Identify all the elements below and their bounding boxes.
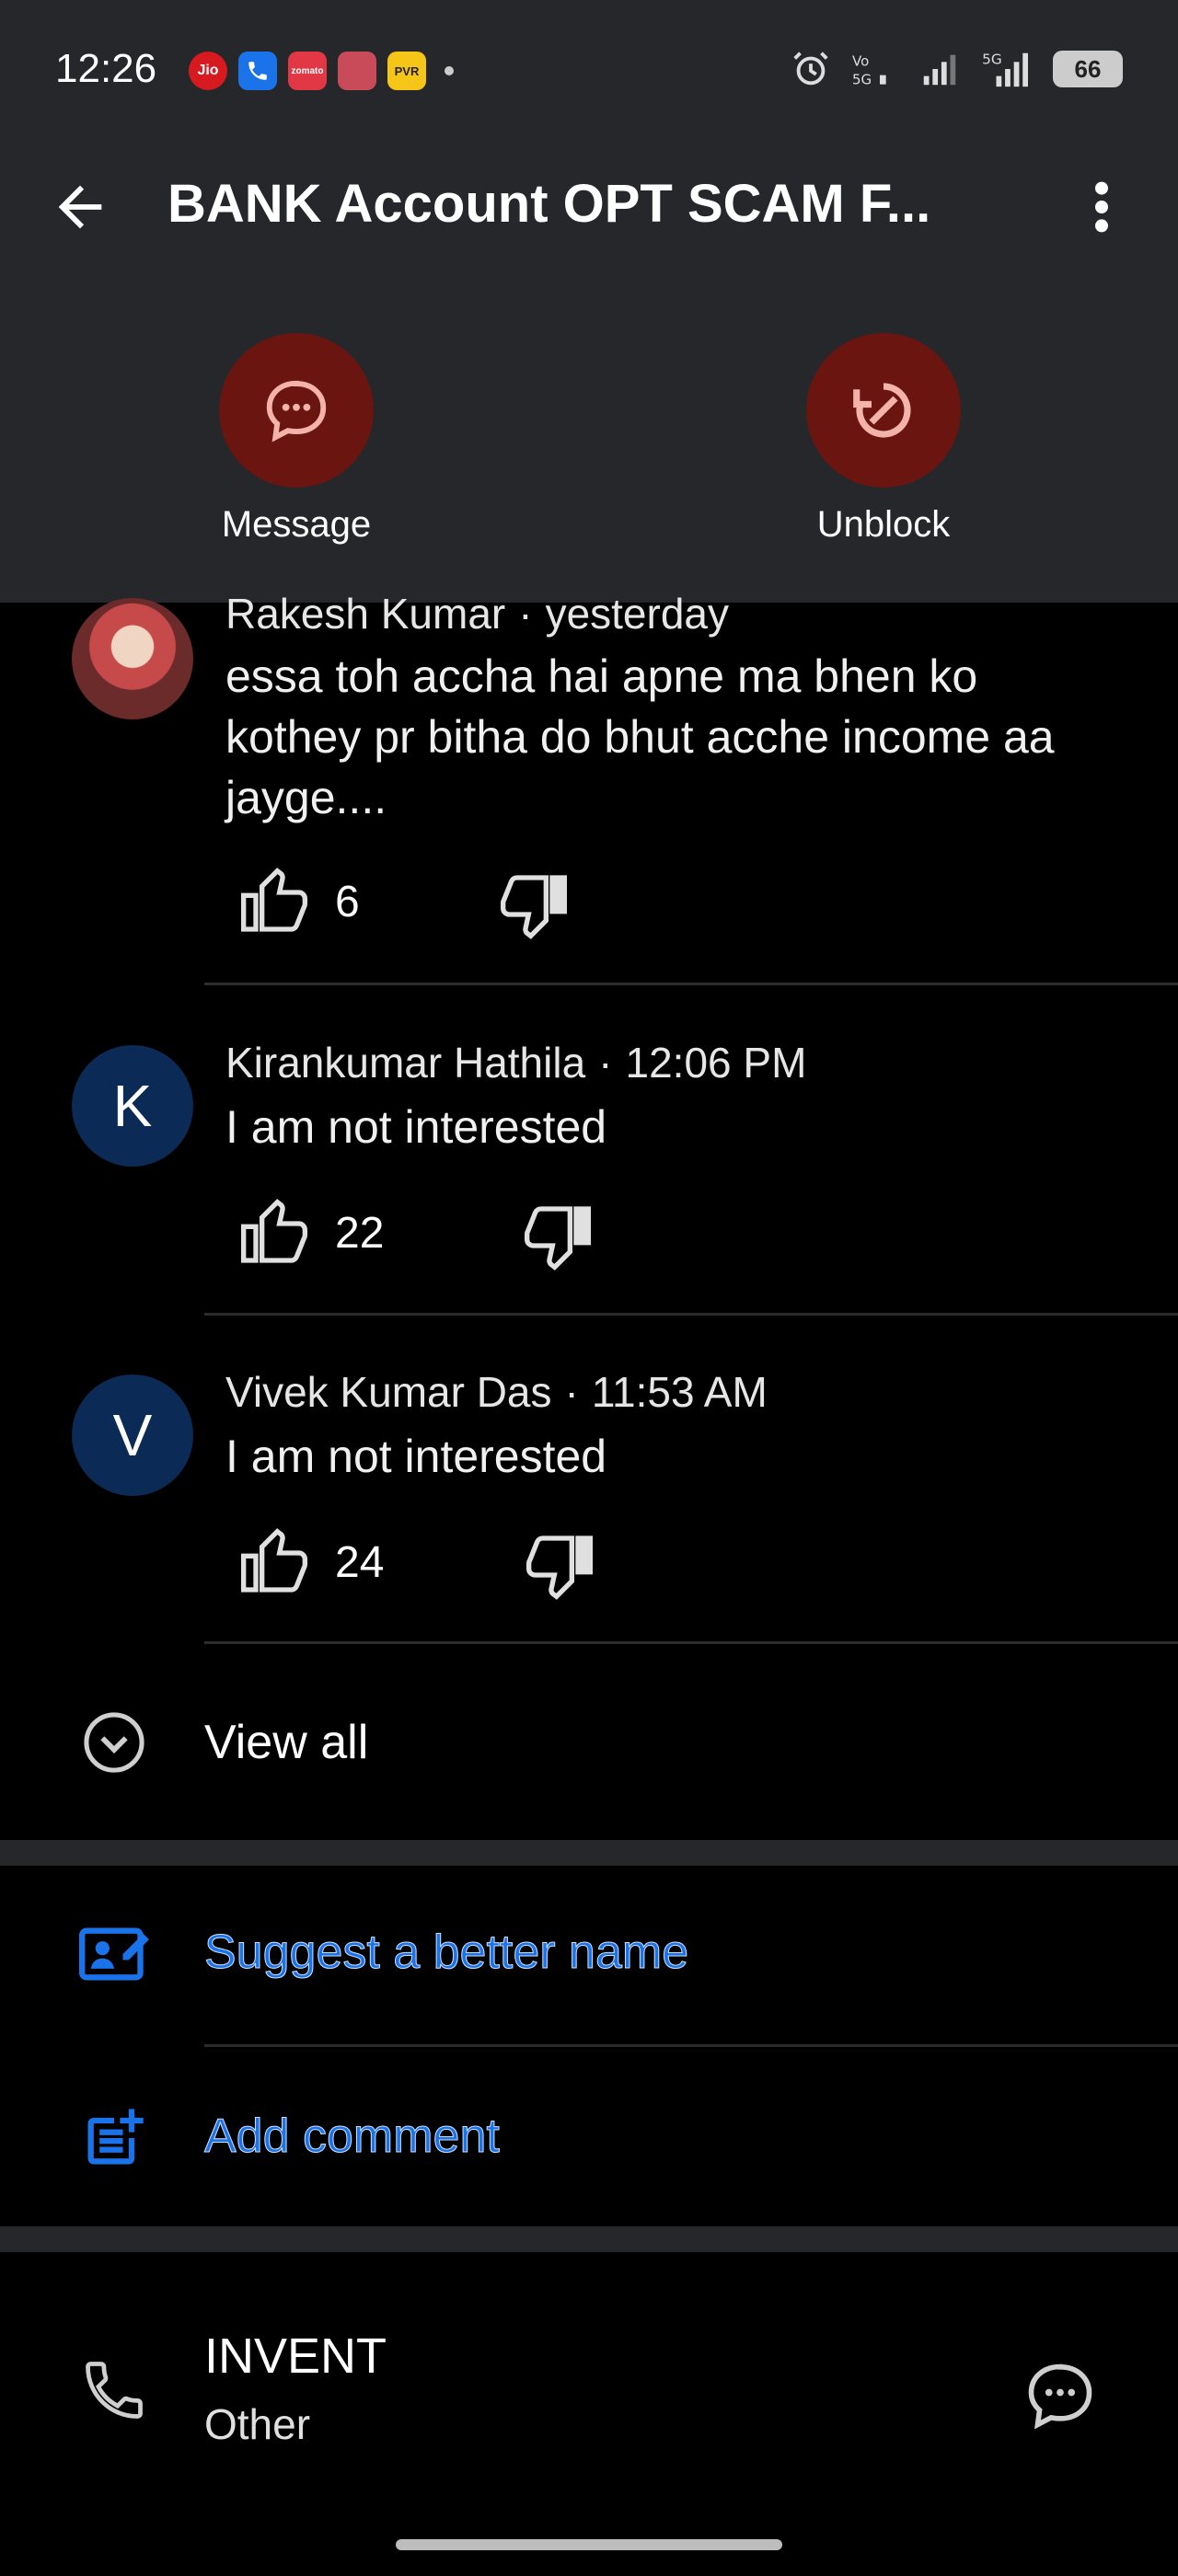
signal-icon xyxy=(923,54,956,86)
message-icon[interactable] xyxy=(1022,2357,1099,2434)
suggest-name-button[interactable]: Suggest a better name xyxy=(0,1908,1178,2000)
comment-author: Rakesh Kumar xyxy=(225,590,506,638)
unblock-action[interactable]: Unblock xyxy=(764,333,1003,546)
message-button[interactable] xyxy=(219,333,374,488)
comment-divider xyxy=(204,1641,1178,1644)
message-label: Message xyxy=(221,504,372,545)
avatar: K xyxy=(72,1045,193,1167)
clock: 12:26 xyxy=(55,46,157,91)
unblock-button[interactable] xyxy=(806,333,961,488)
contact-number-row[interactable]: INVENT Other xyxy=(0,2254,1178,2484)
like-count: 24 xyxy=(335,1537,385,1587)
system-icons: Vo 5G 5G 66 xyxy=(790,48,1123,90)
like-count: 22 xyxy=(335,1208,385,1258)
like-button[interactable]: 22 xyxy=(237,1196,384,1270)
avatar xyxy=(72,598,193,719)
comment-text: essa toh accha hai apne ma bhen ko kothe… xyxy=(225,650,1055,823)
volte-signal-icon: Vo 5G xyxy=(852,53,886,88)
notification-icons: Jio zomato PVR xyxy=(189,52,454,90)
like-button[interactable]: 6 xyxy=(237,865,360,938)
more-notifications-dot-icon xyxy=(445,66,454,75)
comment-meta: Kirankumar Hathila · 12:06 PM xyxy=(225,1039,807,1087)
chat-bubble-icon xyxy=(266,380,327,443)
phone-icon xyxy=(86,2362,143,2419)
arrow-back-icon xyxy=(58,185,102,229)
pvr-notification-icon: PVR xyxy=(387,52,426,90)
dislike-button[interactable] xyxy=(497,868,571,942)
app-notification-icon xyxy=(338,52,376,90)
add-comment-button[interactable]: Add comment xyxy=(0,2092,1178,2184)
alarm-icon xyxy=(793,52,828,86)
gesture-nav-handle[interactable] xyxy=(396,2539,782,2550)
5g-signal-icon: 5G xyxy=(982,51,1028,87)
unblock-label: Unblock xyxy=(816,504,951,545)
more-vert-icon xyxy=(1095,181,1108,233)
battery-icon: 66 xyxy=(1053,51,1123,87)
thumb-up-icon xyxy=(241,1528,307,1593)
comment-meta: Rakesh Kumar · yesterday xyxy=(225,590,729,638)
jio-notification-icon: Jio xyxy=(189,52,227,90)
contact-name: INVENT xyxy=(204,2329,387,2384)
comment-author: Kirankumar Hathila xyxy=(225,1039,586,1087)
page-title: BANK Account OPT SCAM F... xyxy=(167,174,931,234)
comment-divider xyxy=(204,983,1178,985)
thumb-up-icon xyxy=(241,1199,307,1263)
section-separator xyxy=(0,1840,1178,1866)
thumb-down-icon xyxy=(501,875,567,939)
svg-text:5G: 5G xyxy=(982,51,1002,67)
dislike-button[interactable] xyxy=(523,1529,596,1603)
comment-time: yesterday xyxy=(545,590,729,638)
thumb-up-icon xyxy=(241,868,307,932)
comment-text: I am not interested xyxy=(225,1101,607,1153)
row-divider xyxy=(204,2044,1178,2047)
contact-type: Other xyxy=(204,2400,311,2448)
thumb-down-icon xyxy=(525,1206,591,1271)
phone-notification-icon xyxy=(238,52,277,90)
edit-contact-icon xyxy=(79,1927,149,1981)
svg-text:5G: 5G xyxy=(852,72,872,88)
section-separator xyxy=(0,2226,1178,2252)
comment-text: I am not interested xyxy=(225,1431,607,1482)
view-all-button[interactable]: View all xyxy=(0,1695,1178,1787)
zomato-notification-icon: zomato xyxy=(288,52,327,90)
more-options-button[interactable] xyxy=(1077,175,1126,239)
like-button[interactable]: 24 xyxy=(237,1525,384,1599)
avatar: V xyxy=(72,1374,193,1496)
back-button[interactable] xyxy=(48,175,112,239)
comment-divider xyxy=(204,1313,1178,1316)
unblock-icon xyxy=(853,383,911,438)
svg-text:Vo: Vo xyxy=(852,53,869,70)
like-count: 6 xyxy=(335,877,360,926)
comment-time: 12:06 PM xyxy=(625,1039,807,1087)
view-all-label: View all xyxy=(204,1716,369,1769)
post-add-icon xyxy=(87,2109,144,2165)
comment-time: 11:53 AM xyxy=(591,1368,768,1416)
expand-circle-icon xyxy=(84,1712,144,1773)
add-comment-label: Add comment xyxy=(204,2110,501,2164)
comment-author: Vivek Kumar Das xyxy=(225,1368,552,1416)
suggest-name-label: Suggest a better name xyxy=(203,1926,689,1980)
thumb-down-icon xyxy=(526,1535,593,1600)
dislike-button[interactable] xyxy=(521,1200,595,1273)
message-action[interactable]: Message xyxy=(177,333,416,546)
status-bar: 12:26 Jio zomato PVR Vo 5G 5G 66 xyxy=(0,0,1178,147)
comment-meta: Vivek Kumar Das · 11:53 AM xyxy=(225,1368,768,1416)
